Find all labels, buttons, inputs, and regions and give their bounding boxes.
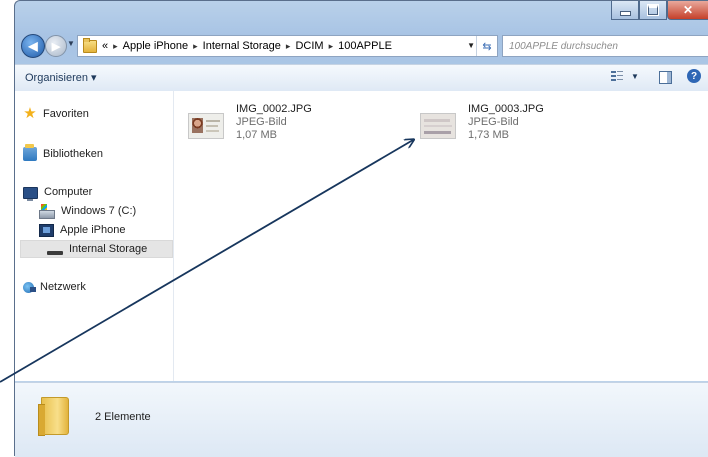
nav-item-libraries[interactable]: Bibliotheken — [23, 144, 103, 162]
phone-icon — [39, 223, 54, 237]
nav-item-internal-storage[interactable]: Internal Storage — [20, 240, 173, 258]
file-type: JPEG-Bild — [236, 116, 287, 128]
back-button[interactable]: ◀ — [21, 34, 45, 58]
details-pane: 2 Elemente — [15, 382, 708, 457]
forward-icon: ▶ — [51, 40, 61, 53]
command-bar: Organisieren ▾ ▼ ? — [15, 64, 708, 92]
forward-button[interactable]: ▶ — [45, 35, 67, 57]
close-button[interactable]: ✕ — [667, 1, 708, 20]
back-icon: ◀ — [28, 39, 38, 53]
minimize-icon — [619, 10, 631, 16]
breadcrumb-separator[interactable]: ▸ — [329, 41, 334, 52]
star-icon: ★ — [23, 105, 37, 122]
file-list: IMG_0002.JPG JPEG-Bild 1,07 MB IMG_0003.… — [174, 91, 708, 381]
maximize-icon — [647, 4, 659, 16]
nav-item-label: Windows 7 (C:) — [61, 205, 137, 217]
maximize-button[interactable] — [639, 1, 667, 20]
folder-icon — [38, 397, 69, 436]
nav-item-drive-c[interactable]: Windows 7 (C:) — [39, 203, 136, 219]
explorer-window: ✕ ◀ ▶ ▼ « ▸ Apple iPhone ▸ Internal Stor… — [14, 0, 708, 457]
nav-item-label: Computer — [44, 186, 93, 198]
storage-icon — [47, 251, 63, 255]
refresh-icon: ⇆ — [482, 40, 492, 53]
breadcrumb-separator[interactable]: ▸ — [113, 41, 118, 52]
item-count: 2 Elemente — [95, 411, 151, 423]
breadcrumb-dcim[interactable]: DCIM — [295, 40, 323, 52]
recent-pages-dropdown[interactable]: ▼ — [67, 39, 75, 48]
search-input[interactable]: 100APPLE durchsuchen — [509, 41, 618, 52]
navigation-row: ◀ ▶ ▼ « ▸ Apple iPhone ▸ Internal Storag… — [15, 31, 708, 61]
nav-item-label: Bibliotheken — [43, 148, 103, 160]
chevron-down-icon[interactable]: ▼ — [631, 72, 639, 81]
breadcrumb-overflow[interactable]: « — [102, 40, 108, 52]
nav-item-label: Apple iPhone — [60, 224, 126, 236]
nav-item-apple-iphone[interactable]: Apple iPhone — [39, 222, 125, 238]
image-thumbnail — [188, 113, 224, 139]
change-view-button[interactable]: ▼ — [611, 70, 639, 82]
navigation-pane: ★ Favoriten Bibliotheken Computer Window… — [15, 91, 174, 381]
nav-item-favorites[interactable]: ★ Favoriten — [23, 106, 89, 122]
drive-icon — [39, 203, 55, 219]
preview-pane-icon[interactable] — [659, 71, 672, 84]
close-icon: ✕ — [682, 3, 694, 17]
library-icon — [23, 144, 37, 161]
file-item[interactable]: IMG_0003.JPG JPEG-Bild 1,73 MB — [420, 103, 580, 143]
search-box[interactable]: 100APPLE durchsuchen — [502, 35, 708, 57]
breadcrumb-apple-iphone[interactable]: Apple iPhone — [123, 40, 188, 52]
network-icon — [23, 282, 36, 293]
file-item[interactable]: IMG_0002.JPG JPEG-Bild 1,07 MB — [188, 103, 348, 143]
views-icon — [611, 70, 623, 82]
folder-icon — [83, 37, 97, 53]
nav-item-network[interactable]: Netzwerk — [23, 279, 86, 295]
breadcrumb-separator[interactable]: ▸ — [193, 41, 198, 52]
file-name: IMG_0003.JPG — [468, 103, 544, 115]
content-area: ★ Favoriten Bibliotheken Computer Window… — [15, 91, 708, 381]
breadcrumb-100apple[interactable]: 100APPLE — [338, 40, 392, 52]
breadcrumb-separator[interactable]: ▸ — [286, 41, 291, 52]
caption-buttons: ✕ — [611, 1, 708, 21]
organize-button[interactable]: Organisieren ▾ — [25, 71, 97, 84]
refresh-button[interactable]: ⇆ — [476, 36, 497, 56]
file-type: JPEG-Bild — [468, 116, 519, 128]
computer-icon — [23, 187, 38, 201]
file-size: 1,07 MB — [236, 129, 277, 141]
file-size: 1,73 MB — [468, 129, 509, 141]
image-thumbnail — [420, 113, 456, 139]
breadcrumb-internal-storage[interactable]: Internal Storage — [203, 40, 281, 52]
nav-item-label: Netzwerk — [40, 281, 86, 293]
nav-item-label: Favoriten — [43, 108, 89, 120]
address-bar[interactable]: « ▸ Apple iPhone ▸ Internal Storage ▸ DC… — [77, 35, 498, 57]
nav-item-computer[interactable]: Computer — [23, 184, 93, 201]
file-name: IMG_0002.JPG — [236, 103, 312, 115]
minimize-button[interactable] — [611, 1, 639, 20]
nav-item-label: Internal Storage — [69, 243, 148, 255]
address-dropdown[interactable]: ▼ — [467, 41, 475, 50]
help-icon[interactable]: ? — [687, 69, 701, 83]
